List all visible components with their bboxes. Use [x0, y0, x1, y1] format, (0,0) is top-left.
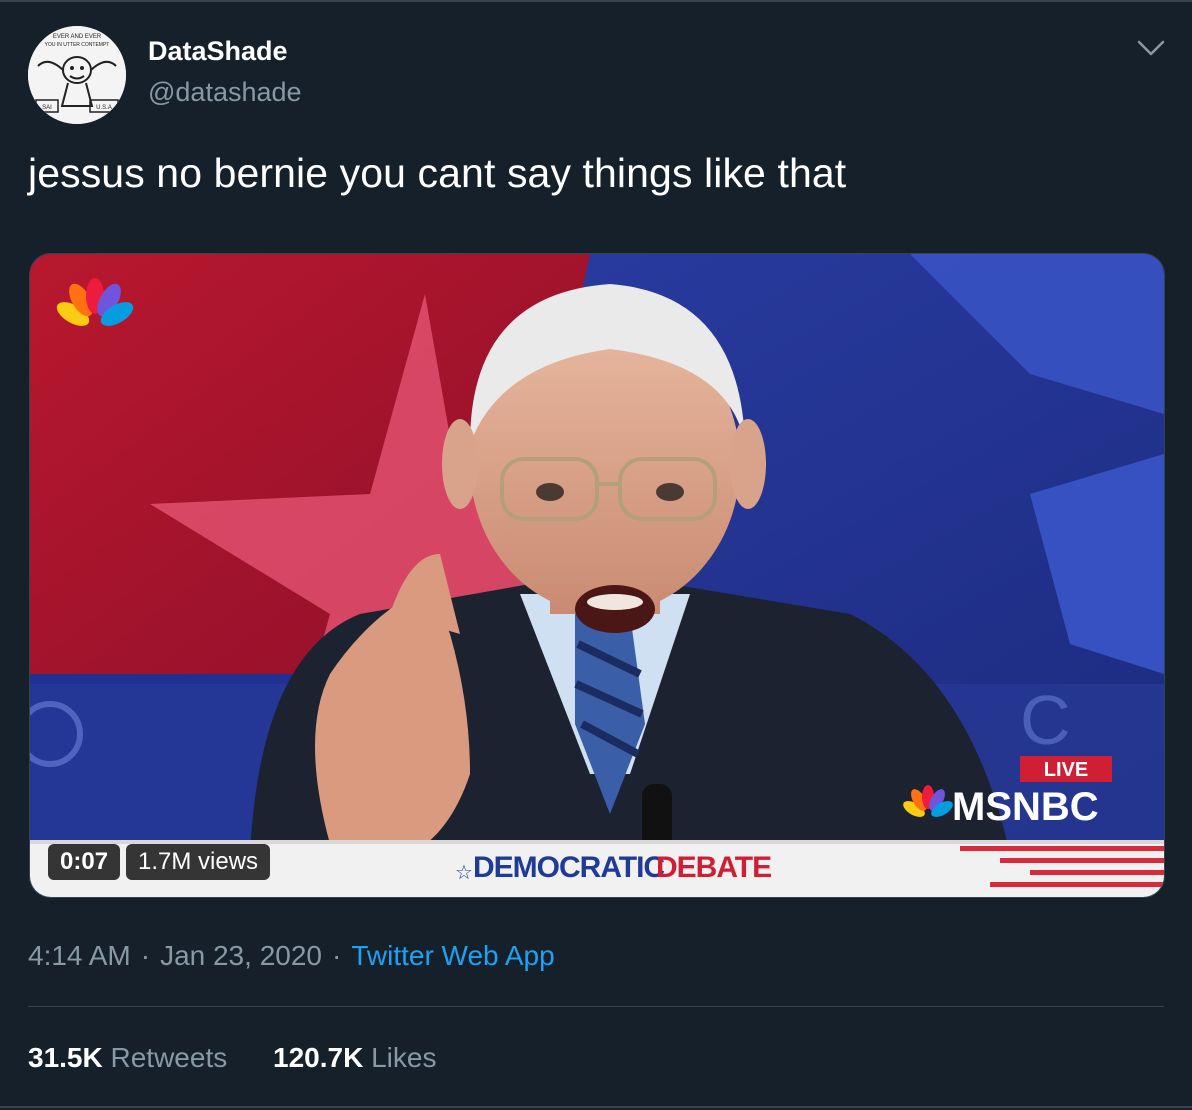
svg-text:EVER AND EVER: EVER AND EVER: [53, 34, 102, 40]
tweet-text: jessus no bernie you cant say things lik…: [28, 150, 847, 196]
svg-text:C: C: [1020, 681, 1071, 759]
svg-text:YOU IN UTTER CONTEMPT: YOU IN UTTER CONTEMPT: [45, 42, 110, 48]
tweet-date[interactable]: Jan 23, 2020: [160, 940, 322, 971]
retweets-label: Retweets: [110, 1042, 228, 1073]
svg-text:DEMOCRATIC: DEMOCRATIC: [473, 851, 664, 884]
avatar-cartoon-image: EVER AND EVER YOU IN UTTER CONTEMPT SAI …: [28, 26, 126, 124]
tweet-meta: 4:14 AM · Jan 23, 2020 · Twitter Web App: [28, 940, 555, 972]
stats-divider: [28, 1006, 1164, 1007]
likes-stat[interactable]: 120.7K Likes: [273, 1042, 436, 1074]
meta-separator: ·: [331, 940, 342, 971]
retweets-stat[interactable]: 31.5K Retweets: [28, 1042, 227, 1074]
chevron-down-icon[interactable]: [1134, 36, 1168, 60]
svg-text:LIVE: LIVE: [1044, 759, 1088, 781]
retweets-count: 31.5K: [28, 1042, 103, 1073]
video-frame: C DEMOCRATIC DEBATE ☆ LIVE MSNBC: [30, 254, 1164, 897]
svg-text:SAI: SAI: [42, 105, 52, 111]
author-handle[interactable]: @datashade: [148, 77, 302, 108]
likes-label: Likes: [371, 1042, 437, 1073]
tweet-time[interactable]: 4:14 AM: [28, 940, 131, 971]
meta-separator: ·: [140, 940, 151, 971]
svg-text:MSNBC: MSNBC: [952, 785, 1099, 829]
bottom-divider: [0, 1106, 1192, 1108]
svg-text:U.S.A: U.S.A: [96, 105, 112, 111]
svg-text:☆: ☆: [455, 862, 473, 884]
video-elapsed-badge: 0:07: [48, 844, 121, 880]
author-name[interactable]: DataShade: [148, 36, 288, 67]
tweet-stats: 31.5K Retweets 120.7K Likes: [28, 1042, 474, 1074]
video-player[interactable]: C DEMOCRATIC DEBATE ☆ LIVE MSNBC 0:07 1.…: [29, 253, 1165, 898]
likes-count: 120.7K: [273, 1042, 364, 1073]
tweet-source-link[interactable]: Twitter Web App: [351, 940, 554, 971]
top-divider: [0, 0, 1192, 2]
author-avatar[interactable]: EVER AND EVER YOU IN UTTER CONTEMPT SAI …: [28, 26, 126, 124]
video-views-badge: 1.7M views: [126, 844, 271, 880]
svg-text:DEBATE: DEBATE: [656, 851, 771, 884]
